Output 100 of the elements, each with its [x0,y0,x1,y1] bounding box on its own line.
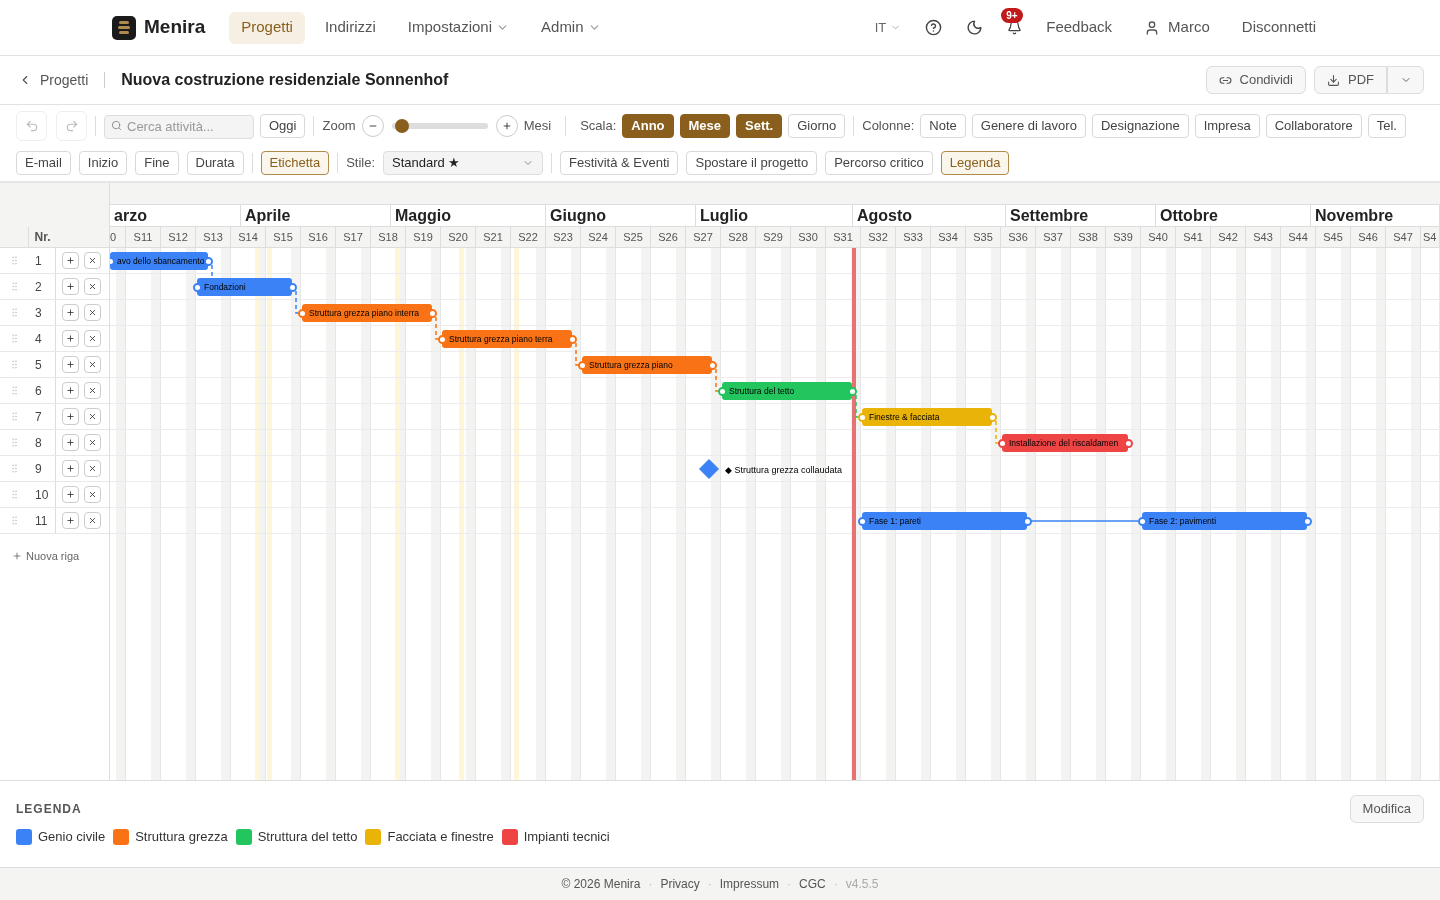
task-bar[interactable]: Fase 1: pareti [862,512,1027,530]
add-row-button[interactable] [62,512,79,529]
connection-handle-icon[interactable] [708,361,717,370]
drag-handle-icon[interactable] [9,385,20,396]
connection-handle-icon[interactable] [998,439,1007,448]
connection-handle-icon[interactable] [848,387,857,396]
column-toggle[interactable]: E-mail [16,151,71,175]
scale-toggle[interactable]: Sett. [736,114,783,138]
moon-icon[interactable] [966,19,984,36]
option-toggle[interactable]: Festività & Eventi [560,151,679,175]
add-row-button[interactable] [62,486,79,503]
delete-row-button[interactable] [84,356,101,373]
drag-handle-icon[interactable] [9,307,20,318]
connection-handle-icon[interactable] [193,283,202,292]
nav-tab[interactable]: Indirizzi [312,11,388,44]
column-toggle[interactable]: Durata [186,151,244,175]
connection-handle-icon[interactable] [288,283,297,292]
footer-link[interactable]: Privacy [660,875,700,893]
option-toggle[interactable]: Spostare il progetto [686,151,818,175]
help-icon[interactable] [925,19,943,36]
drag-handle-icon[interactable] [9,255,20,266]
column-toggle[interactable]: Impresa [1194,114,1260,138]
task-bar[interactable]: Struttura grezza piano interra [302,304,432,322]
column-toggle[interactable]: Inizio [78,151,128,175]
logo-icon[interactable] [112,15,136,40]
drag-handle-icon[interactable] [9,411,20,422]
drag-handle-icon[interactable] [9,333,20,344]
footer-link[interactable]: Impressum [719,875,780,893]
connection-handle-icon[interactable] [578,361,587,370]
connection-handle-icon[interactable] [858,413,867,422]
connection-handle-icon[interactable] [1023,517,1032,526]
delete-row-button[interactable] [84,382,101,399]
milestone-icon[interactable] [699,459,719,479]
column-toggle[interactable]: Fine [135,151,179,175]
connection-handle-icon[interactable] [568,335,577,344]
delete-row-button[interactable] [84,460,101,477]
task-bar[interactable]: Struttura grezza piano terra [442,330,572,348]
delete-row-button[interactable] [84,278,101,295]
scale-toggle[interactable]: Giorno [788,114,846,138]
connection-handle-icon[interactable] [1124,439,1133,448]
label-toggle[interactable]: Etichetta [260,151,330,175]
add-row-button[interactable] [62,356,79,373]
search-field[interactable]: Cerca attività... [104,114,254,139]
connection-handle-icon[interactable] [858,517,867,526]
add-row-button[interactable] [62,434,79,451]
column-toggle[interactable]: Collaboratore [1265,114,1362,138]
back-link[interactable]: Progetti [18,69,89,91]
delete-row-button[interactable] [84,304,101,321]
style-select[interactable]: Standard ★ [383,151,544,175]
user-link[interactable]: Marco [1168,16,1210,39]
nav-tab[interactable]: Progetti [229,11,305,44]
connection-handle-icon[interactable] [204,257,213,266]
connection-handle-icon[interactable] [438,335,447,344]
add-row-button[interactable] [62,460,79,477]
connection-handle-icon[interactable] [718,387,727,396]
delete-row-button[interactable] [84,486,101,503]
drag-handle-icon[interactable] [9,489,20,500]
add-row-button[interactable] [62,408,79,425]
column-toggle[interactable]: Designazione [1091,114,1189,138]
drag-handle-icon[interactable] [9,437,20,448]
nav-tab[interactable]: Admin [529,11,613,44]
nav-tab[interactable]: Impostazioni [395,11,522,44]
delete-row-button[interactable] [84,434,101,451]
add-row-button[interactable] [62,252,79,269]
pdf-button[interactable]: PDF [1314,66,1387,94]
connection-handle-icon[interactable] [1303,517,1312,526]
task-bar[interactable]: avo dello sbancamento [110,252,208,270]
task-bar[interactable]: Struttura grezza piano [582,356,712,374]
delete-row-button[interactable] [84,330,101,347]
new-row-button[interactable]: Nuova riga [12,548,109,565]
task-bar[interactable]: Finestre & facciata [862,408,992,426]
drag-handle-icon[interactable] [9,463,20,474]
scale-toggle[interactable]: Mese [679,114,731,138]
delete-row-button[interactable] [84,408,101,425]
connection-handle-icon[interactable] [1138,517,1147,526]
add-row-button[interactable] [62,382,79,399]
column-toggle[interactable]: Genere di lavoro [971,114,1086,138]
connection-handle-icon[interactable] [428,309,437,318]
column-toggle[interactable]: Tel. [1367,114,1406,138]
delete-row-button[interactable] [84,252,101,269]
task-bar[interactable]: Fase 2: pavimenti [1142,512,1307,530]
add-row-button[interactable] [62,278,79,295]
drag-handle-icon[interactable] [9,359,20,370]
option-toggle[interactable]: Percorso critico [825,151,933,175]
task-bar[interactable]: Installazione del riscaldamen [1002,434,1128,452]
connection-handle-icon[interactable] [298,309,307,318]
footer-link[interactable]: CGC [799,875,826,893]
edit-button[interactable]: Modifica [1349,795,1424,823]
task-bar[interactable]: Fondazioni [197,278,292,296]
option-toggle[interactable]: Legenda [940,151,1010,175]
drag-handle-icon[interactable] [9,515,20,526]
task-bar[interactable]: Struttura del tetto [722,382,852,400]
drag-handle-icon[interactable] [9,281,20,292]
add-row-button[interactable] [62,330,79,347]
language-selector[interactable]: IT [874,17,902,38]
share-button[interactable]: Condividi [1205,66,1306,94]
slider-thumb[interactable] [394,119,409,133]
connection-handle-icon[interactable] [988,413,997,422]
delete-row-button[interactable] [84,512,101,529]
add-row-button[interactable] [62,304,79,321]
